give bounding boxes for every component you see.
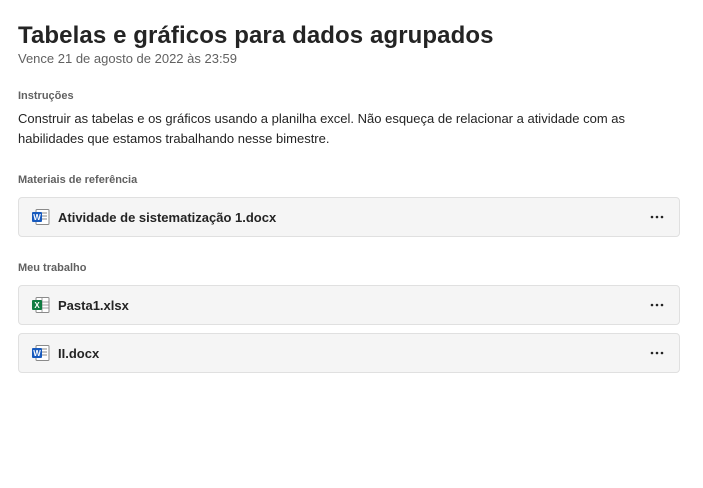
my-work-label: Meu trabalho [18,262,87,274]
my-work-file-card[interactable]: W II.docx [18,333,680,373]
word-doc-icon: W [32,345,50,361]
assignment-title: Tabelas e gráficos para dados agrupados [18,22,494,49]
my-work-file-card[interactable]: X Pasta1.xlsx [18,285,680,325]
more-options-button[interactable] [647,343,667,363]
reference-materials-label: Materiais de referência [18,174,138,186]
svg-text:W: W [33,349,41,358]
ellipsis-icon [650,351,664,355]
ellipsis-icon [650,303,664,307]
more-options-button[interactable] [647,295,667,315]
reference-file-card[interactable]: W Atividade de sistematização 1.docx [18,197,680,237]
instructions-text: Construir as tabelas e os gráficos usand… [18,111,626,146]
assignment-details-page: Tabelas e gráficos para dados agrupados … [0,0,703,488]
more-options-button[interactable] [647,207,667,227]
svg-text:W: W [33,213,41,222]
svg-text:X: X [34,301,40,310]
file-name: Atividade de sistematização 1.docx [58,209,277,225]
ellipsis-icon [650,215,664,219]
file-name: Pasta1.xlsx [58,297,129,313]
word-doc-icon: W [32,209,50,225]
file-name: II.docx [58,345,100,361]
due-date: Vence 21 de agosto de 2022 às 23:59 [18,51,238,66]
excel-doc-icon: X [32,297,50,313]
instructions-label: Instruções [18,90,74,102]
